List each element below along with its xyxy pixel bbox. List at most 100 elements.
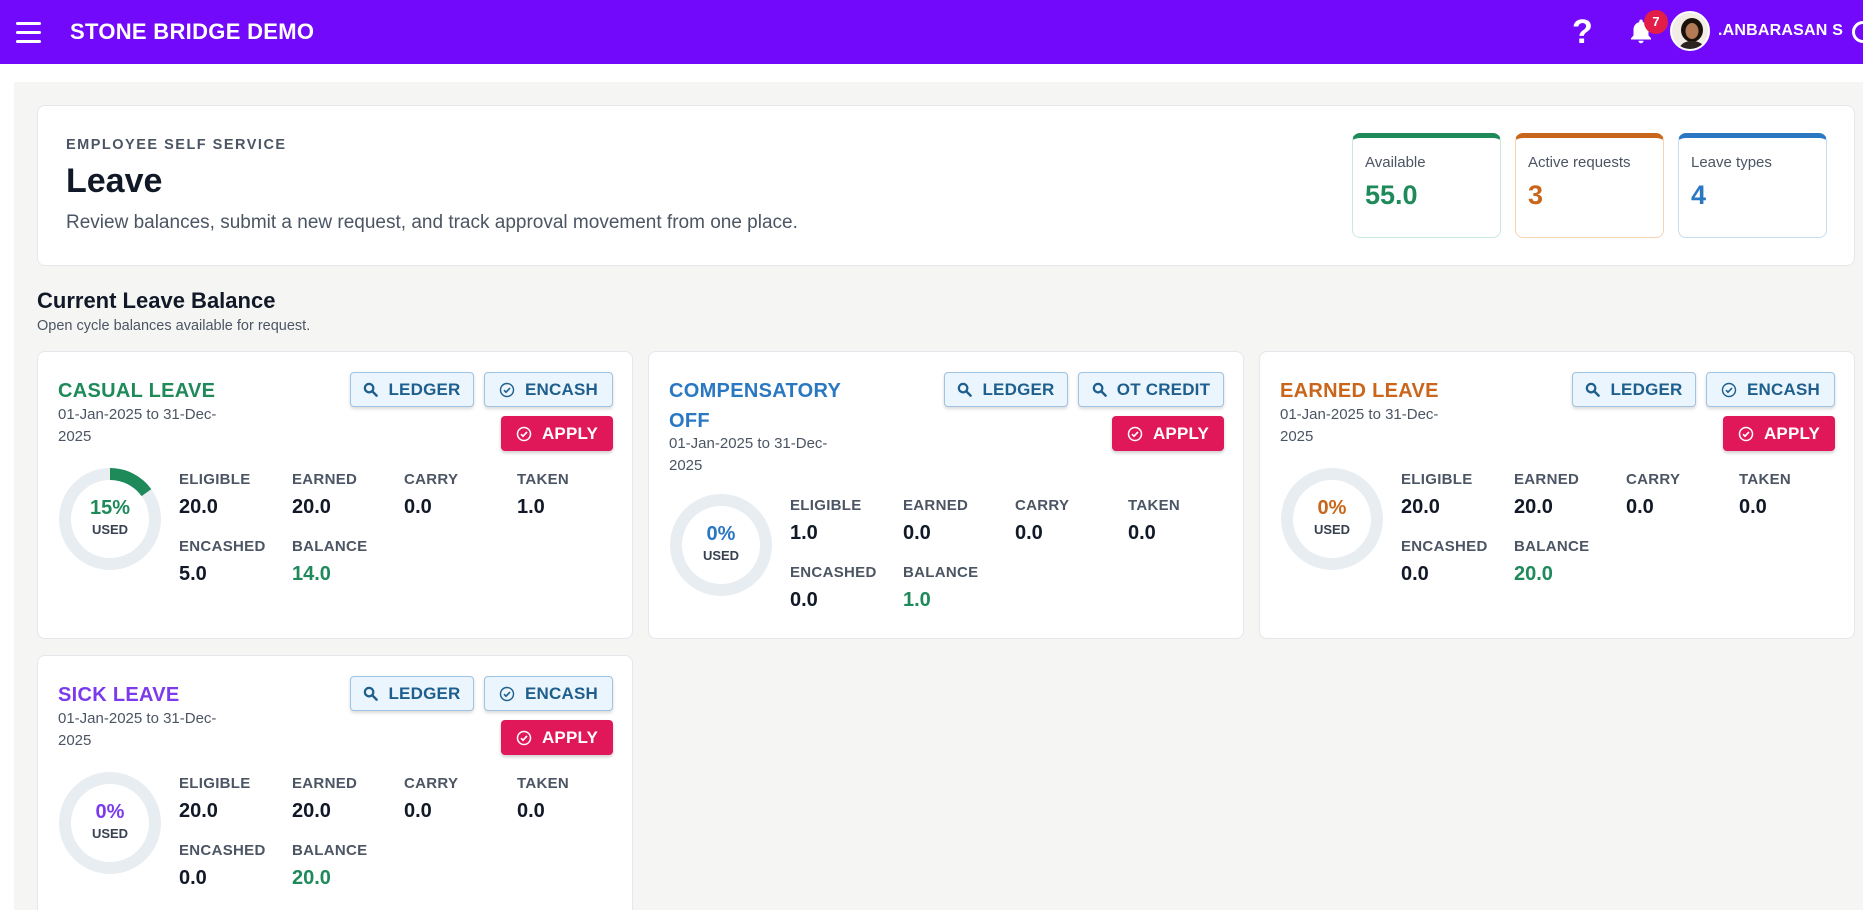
usage-donut: 0% USED: [58, 771, 162, 875]
check-circle-icon: [1738, 426, 1754, 441]
hamburger-menu-icon[interactable]: [16, 22, 41, 44]
stat-value: 55.0: [1365, 180, 1418, 210]
ledger-button[interactable]: LEDGER: [944, 372, 1068, 407]
earned-label: EARNED: [292, 471, 358, 488]
ledger-button[interactable]: LEDGER: [350, 372, 474, 407]
ledger-button-label: LEDGER: [388, 379, 461, 399]
carry-label: CARRY: [1015, 497, 1070, 514]
leave-card-compensatory-off: COMPENSATORY OFF 01-Jan-2025 to 31-Dec-2…: [648, 351, 1244, 639]
apply-button[interactable]: APPLY: [1723, 416, 1835, 451]
encashed-value: 0.0: [179, 867, 207, 889]
encash-button[interactable]: ENCASH: [484, 372, 613, 407]
encash-button-label: ENCASH: [525, 379, 598, 399]
earned-label: EARNED: [292, 775, 358, 792]
taken-value: 0.0: [1739, 496, 1767, 518]
leave-period: 01-Jan-2025 to 31-Dec-2025: [58, 710, 217, 749]
encash-button-label: ENCASH: [525, 683, 598, 703]
usage-percent: 0%: [1317, 497, 1347, 519]
page-eyebrow: EMPLOYEE SELF SERVICE: [66, 137, 287, 153]
encashed-value: 0.0: [1401, 563, 1429, 585]
search-icon: [364, 382, 379, 397]
taken-value: 0.0: [1128, 522, 1156, 544]
usage-percent: 0%: [706, 523, 736, 545]
top-bar: STONE BRIDGE DEMO ? 7 .ANBARASAN S: [0, 0, 1863, 64]
check-circle-icon: [499, 382, 515, 397]
encash-button[interactable]: ENCASH: [484, 676, 613, 711]
eligible-value: 1.0: [790, 522, 818, 544]
leave-type-title: CASUAL LEAVE: [58, 380, 216, 402]
app-title: STONE BRIDGE DEMO: [70, 19, 315, 44]
carry-value: 0.0: [404, 496, 432, 518]
usage-donut: 0% USED: [1280, 467, 1384, 571]
leave-period: 01-Jan-2025 to 31-Dec-2025: [669, 435, 828, 474]
profile-menu-icon[interactable]: [1852, 21, 1863, 43]
taken-label: TAKEN: [1128, 497, 1181, 514]
taken-label: TAKEN: [1739, 471, 1792, 488]
stat-label: Leave types: [1691, 154, 1772, 171]
check-circle-icon: [516, 730, 532, 745]
taken-value: 1.0: [517, 496, 545, 518]
page-subtitle: Review balances, submit a new request, a…: [66, 212, 798, 233]
ledger-button[interactable]: LEDGER: [350, 676, 474, 711]
usage-percent: 0%: [95, 801, 125, 823]
leave-card-sick: SICK LEAVE 01-Jan-2025 to 31-Dec-2025 LE…: [37, 655, 633, 910]
apply-button-label: APPLY: [541, 727, 599, 747]
usage-used-label: USED: [91, 826, 129, 841]
balance-value: 20.0: [1514, 563, 1553, 585]
carry-value: 0.0: [1626, 496, 1654, 518]
apply-button-label: APPLY: [541, 423, 599, 443]
user-name[interactable]: .ANBARASAN S: [1718, 22, 1843, 40]
leave-type-title: COMPENSATORY OFF: [669, 380, 841, 432]
apply-button[interactable]: APPLY: [1112, 416, 1224, 451]
section-subtitle: Open cycle balances available for reques…: [37, 318, 311, 334]
section-title: Current Leave Balance: [37, 288, 276, 313]
apply-button-label: APPLY: [1152, 423, 1210, 443]
stat-label: Available: [1365, 154, 1426, 171]
usage-donut: 15% USED: [58, 467, 162, 571]
usage-used-label: USED: [702, 548, 740, 563]
earned-value: 20.0: [292, 800, 331, 822]
balance-label: BALANCE: [292, 842, 368, 859]
help-icon[interactable]: ?: [1572, 12, 1593, 52]
ot-credit-button-label: OT CREDIT: [1116, 379, 1211, 399]
earned-label: EARNED: [1514, 471, 1580, 488]
encash-button-label: ENCASH: [1747, 379, 1820, 399]
balance-value: 20.0: [292, 867, 331, 889]
eligible-value: 20.0: [1401, 496, 1440, 518]
stat-leave-types: Leave types 4: [1678, 133, 1827, 238]
encash-button[interactable]: ENCASH: [1706, 372, 1835, 407]
apply-button[interactable]: APPLY: [501, 416, 613, 451]
taken-value: 0.0: [517, 800, 545, 822]
eligible-value: 20.0: [179, 496, 218, 518]
balance-label: BALANCE: [1514, 538, 1590, 555]
taken-label: TAKEN: [517, 775, 570, 792]
leave-type-title: EARNED LEAVE: [1280, 380, 1439, 402]
check-circle-icon: [516, 426, 532, 441]
stat-available: Available 55.0: [1352, 133, 1501, 238]
page-header-card: EMPLOYEE SELF SERVICE Leave Review balan…: [37, 105, 1855, 266]
ledger-button[interactable]: LEDGER: [1572, 372, 1696, 407]
earned-value: 20.0: [1514, 496, 1553, 518]
carry-value: 0.0: [404, 800, 432, 822]
leave-type-title: SICK LEAVE: [58, 684, 180, 706]
apply-button[interactable]: APPLY: [501, 720, 613, 755]
eligible-label: ELIGIBLE: [179, 471, 251, 488]
balance-value: 1.0: [903, 589, 931, 611]
earned-value: 0.0: [903, 522, 931, 544]
stat-value: 3: [1528, 180, 1544, 210]
stat-value: 4: [1691, 180, 1707, 210]
usage-percent: 15%: [89, 497, 131, 519]
avatar[interactable]: [1670, 11, 1710, 51]
ledger-button-label: LEDGER: [1610, 379, 1683, 399]
carry-label: CARRY: [1626, 471, 1681, 488]
ot-credit-button[interactable]: OT CREDIT: [1078, 372, 1224, 407]
earned-value: 20.0: [292, 496, 331, 518]
encashed-label: ENCASHED: [1401, 538, 1488, 555]
balance-label: BALANCE: [903, 564, 979, 581]
search-icon: [1586, 382, 1601, 397]
ledger-button-label: LEDGER: [388, 683, 461, 703]
balance-value: 14.0: [292, 563, 331, 585]
notification-count-badge: 7: [1644, 10, 1668, 34]
eligible-label: ELIGIBLE: [1401, 471, 1473, 488]
search-icon: [958, 382, 973, 397]
